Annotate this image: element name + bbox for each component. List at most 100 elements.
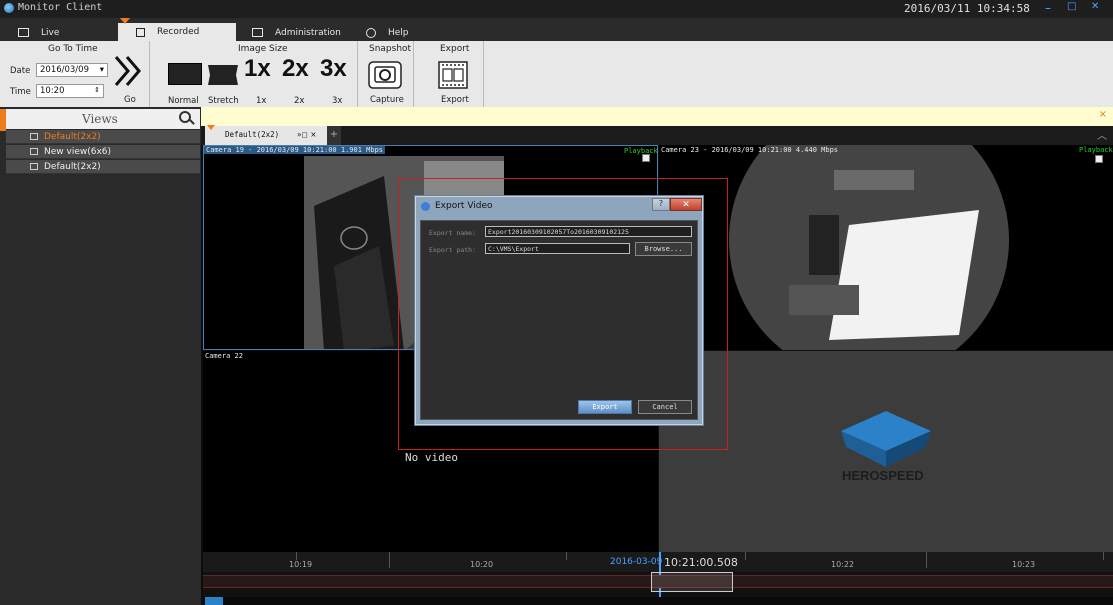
dialog-body: Export name: Export20160309102057To20160… <box>420 220 698 420</box>
zoom-3x-icon: 3x <box>320 55 347 82</box>
no-video-label: No video <box>405 451 458 464</box>
date-value: 2016/03/09 <box>40 65 89 75</box>
export-name-input[interactable]: Export20160309102057To20160309102125 <box>485 226 692 237</box>
tab-administration[interactable]: Administration <box>252 24 341 41</box>
time-label: Time <box>10 87 31 97</box>
timeline-controls <box>203 597 1113 605</box>
camera-19-checkbox[interactable] <box>642 154 650 162</box>
zoom-2x-button[interactable]: 2x 2x <box>282 55 316 106</box>
views-pane: Views Default(2x2) New view(6x6) Default… <box>0 107 201 605</box>
camera-23-header: Camera 23 - 2016/03/09 10:21:00 4.440 Mb… <box>661 146 839 154</box>
views-header: Views <box>0 109 200 131</box>
stretch-button[interactable]: Stretch <box>206 63 242 106</box>
normal-label: Normal <box>168 96 199 106</box>
view-item-label: New view(6x6) <box>44 147 112 157</box>
normal-button[interactable]: Normal <box>168 63 204 106</box>
tab-help[interactable]: Help <box>366 24 409 41</box>
export-path-input[interactable]: C:\VMS\Export <box>485 243 630 254</box>
zoom-2x-label: 2x <box>294 96 305 106</box>
date-picker[interactable]: 2016/03/09 ▾ <box>36 63 108 77</box>
stretch-label: Stretch <box>208 96 239 106</box>
notice-close-button[interactable]: × <box>1099 109 1107 120</box>
herospeed-logo-text: HEROSPEED <box>842 468 924 483</box>
tick <box>926 552 927 568</box>
view-item-default[interactable]: Default(2x2) <box>6 160 200 174</box>
tab-live-label: Live <box>41 27 60 38</box>
layout-tab-controls[interactable]: »◻ × <box>297 130 316 139</box>
camera-23-checkbox[interactable] <box>1095 155 1103 163</box>
monitor-icon <box>18 28 29 37</box>
minimize-button[interactable]: – <box>1045 1 1051 15</box>
go-to-time-group: Go To Time Date 2016/03/09 ▾ Time 10:20 ⇕ … <box>0 41 150 107</box>
tick <box>566 552 567 560</box>
search-icon[interactable] <box>179 111 191 123</box>
date-label: Date <box>10 66 31 76</box>
chevron-down-icon: ▾ <box>99 65 104 75</box>
go-button[interactable]: Go <box>112 53 146 105</box>
tab-recorded[interactable]: Recorded <box>118 18 236 41</box>
main-tabs: Live Recorded Administration Help <box>0 18 1113 41</box>
tab-live[interactable]: Live <box>18 24 59 41</box>
layout-tabs: Default(2x2) »◻ × + ︿ <box>201 125 1113 145</box>
maximize-button[interactable]: □ <box>1067 1 1076 12</box>
capture-button[interactable]: Capture <box>368 61 408 105</box>
view-item-label: Default(2x2) <box>44 132 101 142</box>
app-title-text: Monitor Client <box>18 2 103 13</box>
collapse-icon[interactable]: ︿ <box>1097 127 1107 142</box>
view-item-default-active[interactable]: Default(2x2) <box>6 130 200 144</box>
capture-label: Capture <box>370 95 404 105</box>
normal-size-icon <box>168 63 202 85</box>
notice-bar: × <box>201 107 1113 126</box>
export-path-label: Export path: <box>429 246 476 254</box>
export-video-dialog: Export Video ? ✕ Export name: Export2016… <box>414 195 704 426</box>
folder-icon <box>252 28 263 37</box>
film-export-icon <box>438 61 468 89</box>
zoom-1x-icon: 1x <box>244 55 271 82</box>
timeline[interactable]: 10:19 10:20 10:22 10:23 2016-03-09 10:21… <box>203 552 1113 605</box>
export-button[interactable]: Export <box>438 61 478 105</box>
active-tab-marker <box>120 18 130 24</box>
tick <box>389 552 390 568</box>
time-spinner[interactable]: 10:20 ⇕ <box>36 84 104 98</box>
cursor-time: 10:21:00.508 <box>664 556 738 569</box>
spinner-icon: ⇕ <box>94 86 100 94</box>
camera-23-playback: Playback <box>1079 146 1113 154</box>
double-chevron-icon <box>114 56 141 86</box>
views-title: Views <box>82 112 118 126</box>
ribbon-toolbar: Go To Time Date 2016/03/09 ▾ Time 10:20 ⇕ … <box>0 41 1113 107</box>
zoom-3x-label: 3x <box>332 96 343 106</box>
export-name-label: Export name: <box>429 229 476 237</box>
view-item-new-view[interactable]: New view(6x6) <box>6 145 200 159</box>
dialog-help-button[interactable]: ? <box>652 198 670 211</box>
herospeed-logo-icon <box>841 411 931 467</box>
app-logo-icon <box>4 2 14 13</box>
export-range[interactable] <box>651 572 733 592</box>
browse-button[interactable]: Browse... <box>635 242 692 256</box>
zoom-1x-button[interactable]: 1x 1x <box>244 55 278 106</box>
go-label: Go <box>124 95 136 105</box>
timeline-control-button[interactable] <box>205 597 223 605</box>
dialog-close-button[interactable]: ✕ <box>670 198 702 211</box>
dialog-export-button[interactable]: Export <box>578 400 632 414</box>
tick-label: 10:19 <box>289 560 313 569</box>
camera-icon <box>368 61 402 89</box>
question-icon <box>366 27 376 38</box>
view-item-label: Default(2x2) <box>44 162 101 172</box>
layout-tab-label: Default(2x2) <box>225 130 280 139</box>
tick-label: 10:22 <box>831 560 855 569</box>
add-layout-tab-button[interactable]: + <box>327 126 341 145</box>
zoom-3x-button[interactable]: 3x 3x <box>320 55 354 106</box>
tick-label: 10:23 <box>1012 560 1036 569</box>
close-button[interactable]: ✕ <box>1091 1 1099 12</box>
tab-administration-label: Administration <box>275 27 341 38</box>
tick <box>1103 552 1104 560</box>
grid-view-icon <box>30 163 38 170</box>
grid-view-icon <box>30 148 38 155</box>
dialog-title: Export Video <box>435 201 493 211</box>
tab-default-2x2[interactable]: Default(2x2) »◻ × <box>205 125 327 145</box>
active-tab-marker <box>207 125 215 130</box>
dialog-cancel-button[interactable]: Cancel <box>638 400 692 414</box>
snapshot-title: Snapshot <box>369 44 412 54</box>
views-accent <box>0 109 6 131</box>
tab-recorded-label: Recorded <box>157 27 200 37</box>
